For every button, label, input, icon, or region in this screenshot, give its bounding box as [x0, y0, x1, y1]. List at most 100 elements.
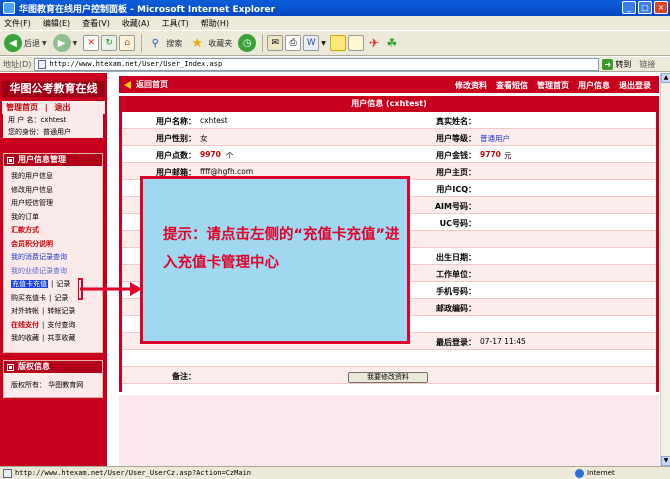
star-icon: ★	[191, 35, 204, 51]
forward-button[interactable]: ▶ ▼	[52, 34, 78, 52]
field-value: ffff@hgfh.com	[200, 167, 254, 176]
my-favorites-link[interactable]: 我的收藏	[11, 334, 39, 342]
favorites-label: 收藏夹	[208, 38, 233, 48]
identity-text: 您的身份：普通用户	[8, 128, 71, 136]
left-sidebar: 华图公考教育在线 管理首页 | 退出 用 户 名：cxhtest 您的身份：普通…	[0, 73, 107, 466]
scroll-down-icon[interactable]: ▼	[661, 456, 670, 466]
pair-separator: |	[42, 334, 45, 342]
favorites-button[interactable]: ★ 收藏夹	[188, 34, 232, 52]
copyright-title: 版权信息	[18, 362, 50, 371]
user-management-box: ▪ 用户信息管理 我的用户信息 修改用户信息 用户短信管理 我的订单 汇款方式 …	[3, 153, 103, 353]
search-button[interactable]: ⚲ 搜索	[146, 34, 183, 52]
window-title: 华图教育在线用户控制面板 - Microsoft Internet Explor…	[19, 4, 276, 15]
stop-icon[interactable]: ✕	[83, 35, 100, 51]
sidebar-item-edit-info[interactable]: 修改用户信息	[4, 184, 102, 198]
link-separator: |	[44, 103, 48, 112]
back-button[interactable]: ◀ 后退 ▼	[4, 34, 47, 52]
go-label: 转到	[615, 59, 632, 69]
table-row	[122, 350, 656, 367]
field-label: 工作单位：	[436, 270, 476, 279]
menu-favorites[interactable]: 收藏(A)	[122, 18, 150, 29]
field-label: 出生日期：	[436, 253, 476, 262]
dropdown-icon: ▼	[72, 39, 78, 47]
back-arrow-icon: ◀	[4, 34, 22, 52]
field-label: 最后登录：	[436, 338, 476, 347]
expand-icon: ▪	[7, 363, 14, 371]
transfer-record-link[interactable]: 转帐记录	[47, 307, 75, 315]
nav-view-messages[interactable]: 查看短信	[496, 80, 528, 91]
discuss-icon[interactable]	[329, 35, 346, 51]
ie-window: 华图教育在线用户控制面板 - Microsoft Internet Explor…	[0, 0, 670, 479]
logout-link[interactable]: 退出	[55, 103, 71, 112]
menu-help[interactable]: 帮助(H)	[201, 18, 229, 29]
nav-logout[interactable]: 退出登录	[619, 80, 651, 91]
mail-icon[interactable]: ✉	[267, 35, 284, 51]
field-label: 用户名称：	[156, 117, 196, 126]
buy-card-link[interactable]: 购买充值卡	[11, 294, 46, 302]
menu-view[interactable]: 查看(V)	[82, 18, 110, 29]
menu-bar: 文件(F) 编辑(E) 查看(V) 收藏(A) 工具(T) 帮助(H)	[0, 16, 670, 30]
links-button[interactable]: 链接	[639, 59, 655, 70]
pointer-arrow-icon	[78, 278, 142, 300]
menu-tools[interactable]: 工具(T)	[162, 18, 189, 29]
sidebar-item-performance[interactable]: 我的业绩记录查询	[4, 265, 102, 279]
field-label: UC号码：	[439, 219, 476, 228]
sidebar-item-points[interactable]: 会员积分说明	[4, 238, 102, 252]
recharge-card-link[interactable]: 充值卡充值	[11, 280, 48, 288]
admin-home-link[interactable]: 管理首页	[6, 103, 38, 112]
pay-query-link[interactable]: 支付查询	[47, 321, 75, 329]
nav-user-info[interactable]: 用户信息	[578, 80, 610, 91]
dropdown-icon[interactable]: ▼	[321, 40, 326, 47]
dropdown-icon: ▼	[42, 39, 47, 47]
scroll-up-icon[interactable]: ▲	[661, 73, 670, 83]
menu-file[interactable]: 文件(F)	[4, 18, 31, 29]
nav-admin-home[interactable]: 管理首页	[537, 80, 569, 91]
sidebar-item-remit[interactable]: 汇款方式	[4, 224, 102, 238]
field-label: 用户金钱：	[436, 151, 476, 160]
shared-favorites-link[interactable]: 共享收藏	[47, 334, 75, 342]
sidebar-item-my-info[interactable]: 我的用户信息	[4, 170, 102, 184]
go-button[interactable]: ➜ 转到	[602, 58, 632, 70]
online-pay-link[interactable]: 在线支付	[11, 321, 39, 329]
maximize-button[interactable]: □	[638, 1, 652, 14]
history-icon[interactable]: ◷	[238, 34, 257, 52]
bird-icon[interactable]: ✈	[366, 35, 382, 51]
toolbar-separator	[262, 34, 264, 52]
back-home-link[interactable]: 返回首页	[124, 79, 168, 90]
recharge-record-link[interactable]: 记录	[56, 280, 70, 288]
tip-text: 提示：请点击左侧的“充值卡充值”进入充值卡管理中心	[163, 227, 400, 271]
home-icon[interactable]: ⌂	[119, 35, 136, 51]
nav-edit-profile[interactable]: 修改资料	[455, 80, 487, 91]
people-icon[interactable]: ☘	[384, 35, 400, 51]
sidebar-item-online-pay: 在线支付 | 支付查询	[4, 319, 102, 333]
minimize-button[interactable]: _	[622, 1, 636, 14]
field-label: 用户等级：	[436, 134, 476, 143]
address-input[interactable]: http://www.htexam.net/User/User_Index.as…	[34, 57, 600, 71]
status-url: http://www.htexam.net/User/User_UserCz.a…	[15, 469, 252, 477]
table-row: 用户名称： cxhtest 真实姓名：	[122, 112, 656, 129]
vertical-scrollbar[interactable]: ▲ ▼	[660, 73, 670, 466]
tip-callout: 提示：请点击左侧的“充值卡充值”进入充值卡管理中心	[140, 176, 410, 344]
pair-separator: |	[42, 307, 45, 315]
toolbar-separator	[141, 34, 143, 52]
sidebar-item-spending[interactable]: 我的消费记录查询	[4, 251, 102, 265]
user-management-header: ▪ 用户信息管理	[4, 154, 102, 166]
forward-arrow-icon: ▶	[52, 34, 71, 52]
messenger-icon[interactable]	[347, 35, 364, 51]
word-icon[interactable]: W	[303, 35, 320, 51]
page-footer-area	[119, 395, 659, 466]
table-row: 用户点数： 9970 个 用户金钱： 9770 元	[122, 146, 656, 163]
username-text: 用 户 名：cxhtest	[8, 116, 67, 124]
close-button[interactable]: ×	[654, 1, 668, 14]
field-value: 女	[200, 134, 208, 143]
menu-edit[interactable]: 编辑(E)	[43, 18, 70, 29]
edit-profile-button[interactable]: 我要修改资料	[348, 372, 428, 383]
buy-record-link[interactable]: 记录	[54, 294, 68, 302]
user-management-title: 用户信息管理	[18, 155, 66, 164]
refresh-icon[interactable]: ↻	[101, 35, 118, 51]
sidebar-item-orders[interactable]: 我的订单	[4, 211, 102, 225]
expand-icon: ▪	[7, 156, 14, 164]
transfer-link[interactable]: 对外转帐	[11, 307, 39, 315]
print-icon[interactable]: ⎙	[285, 35, 302, 51]
sidebar-item-messages[interactable]: 用户短信管理	[4, 197, 102, 211]
